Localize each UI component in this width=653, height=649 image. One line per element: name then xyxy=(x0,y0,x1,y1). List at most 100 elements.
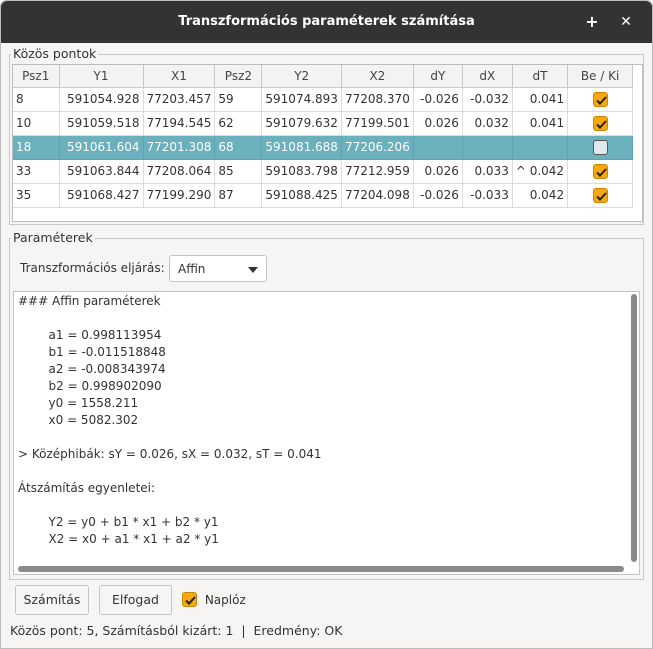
table-cell-x1[interactable]: 77203.457 xyxy=(143,87,216,112)
column-header[interactable]: dY xyxy=(413,65,463,88)
table-cell-dy[interactable]: -0.026 xyxy=(413,183,463,208)
row-enabled-checkbox[interactable] xyxy=(592,163,608,179)
chevron-down-icon xyxy=(248,267,258,273)
common-points-table[interactable]: Psz1 Y1 X1 Psz2 Y2 X2 dY dX dT Be / Ki 8 591054.92… xyxy=(12,64,643,222)
table-cell-enabled[interactable] xyxy=(567,135,634,160)
table-cell-dy[interactable]: -0.026 xyxy=(413,87,463,112)
log-output[interactable]: ### Affin paraméterek a1 = 0.998113954 b… xyxy=(13,291,640,575)
table-row[interactable]: 35 591068.427 77199.290 87 591088.425 77204.0… xyxy=(13,183,634,208)
table-cell-dx[interactable]: 0.033 xyxy=(462,159,513,184)
table-cell-x2[interactable]: 77206.206 xyxy=(341,135,414,160)
table-cell-dy[interactable] xyxy=(413,135,463,160)
table-cell-dx[interactable]: -0.033 xyxy=(462,183,513,208)
table-cell-psz1[interactable]: 8 xyxy=(13,87,60,112)
check-icon xyxy=(595,191,607,201)
vertical-scrollbar[interactable] xyxy=(631,294,637,562)
column-header[interactable]: X2 xyxy=(341,65,414,88)
method-select[interactable]: Affin xyxy=(169,255,267,282)
table-cell-y2[interactable]: 591074.893 xyxy=(261,87,342,112)
horizontal-scrollbar[interactable] xyxy=(18,566,624,572)
table-cell-dt[interactable]: 0.041 xyxy=(512,111,569,136)
table-cell-x2[interactable]: 77208.370 xyxy=(341,87,414,112)
table-cell-x1[interactable]: 77199.290 xyxy=(143,183,216,208)
table-cell-y2[interactable]: 591088.425 xyxy=(261,183,342,208)
table-cell-dt[interactable]: ^ 0.042 xyxy=(512,159,569,184)
row-enabled-checkbox[interactable] xyxy=(592,187,608,203)
log-line: y0 = 1558.211 xyxy=(18,396,139,410)
table-cell-enabled[interactable] xyxy=(567,183,634,208)
table-cell-psz2[interactable]: 62 xyxy=(214,111,263,136)
table-cell-dt[interactable] xyxy=(512,135,569,160)
log-checkbox-box[interactable] xyxy=(182,592,197,607)
table-cell-y1[interactable]: 591059.518 xyxy=(59,111,144,136)
table-cell-y1[interactable]: 591068.427 xyxy=(59,183,144,208)
table-cell-psz2[interactable]: 85 xyxy=(214,159,263,184)
table-row[interactable]: 8 591054.928 77203.457 59 591074.893 77208.37… xyxy=(13,87,634,112)
column-header[interactable]: Y2 xyxy=(261,65,342,88)
method-select-value: Affin xyxy=(178,262,206,276)
title-bar[interactable]: Transzformációs paraméterek számítása + … xyxy=(1,1,652,43)
table-cell-psz2[interactable]: 87 xyxy=(214,183,263,208)
log-line: ### Affin paraméterek xyxy=(18,294,161,308)
compute-button[interactable]: Számítás xyxy=(15,585,89,615)
table-cell-dt[interactable]: 0.041 xyxy=(512,87,569,112)
check-icon xyxy=(595,95,607,105)
check-icon xyxy=(185,596,196,605)
table-cell-y2[interactable]: 591079.632 xyxy=(261,111,342,136)
table-cell-y1[interactable]: 591061.604 xyxy=(59,135,144,160)
table-cell-x2[interactable]: 77204.098 xyxy=(341,183,414,208)
table-cell-psz2[interactable]: 59 xyxy=(214,87,263,112)
table-cell-dx[interactable]: 0.032 xyxy=(462,111,513,136)
table-cell-dx[interactable] xyxy=(462,135,513,160)
table-cell-x2[interactable]: 77212.959 xyxy=(341,159,414,184)
table-cell-psz1[interactable]: 10 xyxy=(13,111,60,136)
table-cell-y2[interactable]: 591081.688 xyxy=(261,135,342,160)
table-cell-enabled[interactable] xyxy=(567,111,634,136)
close-icon[interactable]: ✕ xyxy=(615,11,637,33)
table-cell-y2[interactable]: 591083.798 xyxy=(261,159,342,184)
row-enabled-checkbox[interactable] xyxy=(592,115,608,131)
table-row[interactable]: 33 591063.844 77208.064 85 591083.798 77212.9… xyxy=(13,159,634,184)
table-cell-psz1[interactable]: 33 xyxy=(13,159,60,184)
table-cell-x1[interactable]: 77201.308 xyxy=(143,135,216,160)
table-row[interactable]: 10 591059.518 77194.545 62 591079.632 77199.5… xyxy=(13,111,634,136)
accept-button[interactable]: Elfogad xyxy=(99,585,172,615)
column-header[interactable]: Be / Ki xyxy=(567,65,634,88)
table-cell-y1[interactable]: 591063.844 xyxy=(59,159,144,184)
status-bar: Közös pont: 5, Számításból kizárt: 1 | E… xyxy=(10,623,343,638)
log-line: Y2 = y0 + b1 * x1 + b2 * y1 xyxy=(18,515,219,529)
table-cell-dt[interactable]: 0.042 xyxy=(512,183,569,208)
parameters-label: Paraméterek xyxy=(11,230,95,245)
log-checkbox[interactable]: Naplóz xyxy=(182,592,246,607)
dialog-window: Transzformációs paraméterek számítása + … xyxy=(0,0,653,649)
plus-icon[interactable]: + xyxy=(581,11,603,33)
table-cell-dy[interactable]: 0.026 xyxy=(413,159,463,184)
column-header[interactable]: Y1 xyxy=(59,65,144,88)
table-cell-dx[interactable]: -0.032 xyxy=(462,87,513,112)
column-header[interactable]: Psz1 xyxy=(13,65,60,88)
common-points-label: Közös pontok xyxy=(11,46,99,61)
column-header[interactable]: X1 xyxy=(143,65,216,88)
table-cell-y1[interactable]: 591054.928 xyxy=(59,87,144,112)
table-cell-enabled[interactable] xyxy=(567,87,634,112)
column-header[interactable]: Psz2 xyxy=(214,65,263,88)
log-line: a2 = -0.008343974 xyxy=(18,362,166,376)
window-title: Transzformációs paraméterek számítása xyxy=(178,14,475,29)
table-cell-psz1[interactable]: 18 xyxy=(13,135,60,160)
table-cell-x2[interactable]: 77199.501 xyxy=(341,111,414,136)
method-label: Transzformációs eljárás: xyxy=(20,261,165,275)
table-cell-enabled[interactable] xyxy=(567,159,634,184)
log-line: Átszámítás egyenletei: xyxy=(18,481,156,495)
table-cell-psz2[interactable]: 68 xyxy=(214,135,263,160)
table-cell-psz1[interactable]: 35 xyxy=(13,183,60,208)
row-enabled-checkbox[interactable] xyxy=(592,91,608,107)
column-header[interactable]: dX xyxy=(462,65,513,88)
table-row[interactable]: 18 591061.604 77201.308 68 591081.688 77206.2… xyxy=(13,135,634,160)
table-cell-dy[interactable]: 0.026 xyxy=(413,111,463,136)
log-line: X2 = x0 + a1 * x1 + a2 * y1 xyxy=(18,532,219,546)
table-cell-x1[interactable]: 77194.545 xyxy=(143,111,216,136)
row-enabled-checkbox[interactable] xyxy=(592,139,608,155)
log-line: x0 = 5082.302 xyxy=(18,413,139,427)
table-cell-x1[interactable]: 77208.064 xyxy=(143,159,216,184)
column-header[interactable]: dT xyxy=(512,65,569,88)
